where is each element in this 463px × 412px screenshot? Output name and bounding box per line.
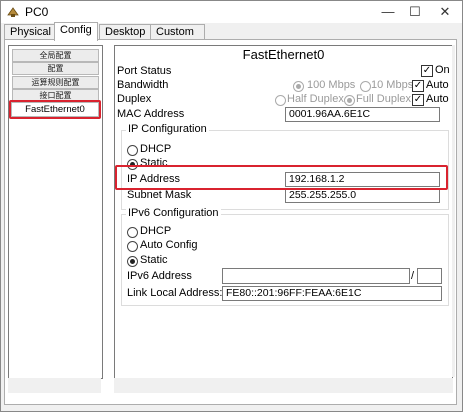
ipv6-address-label: IPv6 Address — [127, 270, 192, 282]
interface-panel: FastEthernet0 Port Status ✓ On Bandwidth… — [114, 45, 453, 379]
duplex-label: Duplex — [117, 93, 152, 105]
bandwidth-10-radio[interactable] — [360, 81, 371, 92]
minimize-icon: — — [381, 4, 395, 19]
sidebar: 全局配置 配置 运算规则配置 接口配置 FastEthernet0 — [8, 45, 103, 379]
bandwidth-auto-checkbox[interactable]: ✓ — [412, 80, 424, 92]
mac-address-field[interactable]: 0001.96AA.6E1C — [285, 107, 440, 122]
window-title: PC0 — [25, 5, 49, 19]
tab-desktop[interactable]: Desktop — [99, 24, 152, 40]
title-bar: PC0 — ☐ ✕ — [1, 1, 462, 23]
ipv6-prefix-separator: / — [411, 270, 415, 282]
panel-horizontal-scrollbar[interactable] — [114, 378, 453, 393]
ip-dhcp-label: DHCP — [140, 143, 172, 155]
highlight-box-sidebar — [9, 100, 101, 119]
subnet-mask-field[interactable]: 255.255.255.0 — [285, 188, 440, 203]
tab-config[interactable]: Config — [54, 22, 98, 41]
full-duplex-label: Full Duplex — [356, 93, 412, 105]
full-duplex-radio[interactable] — [344, 95, 355, 106]
bandwidth-10-label: 10 Mbps — [371, 79, 414, 91]
tab-physical[interactable]: Physical — [4, 24, 57, 40]
sidebar-scrollbar[interactable] — [8, 378, 101, 393]
tab-custom-interface[interactable]: Custom Interface — [150, 24, 205, 53]
highlight-box-ip-address — [115, 165, 448, 190]
sidebar-item-settings[interactable]: 配置 — [12, 62, 99, 75]
bandwidth-auto-label: Auto — [426, 79, 449, 91]
sidebar-item-global[interactable]: 全局配置 — [12, 49, 99, 62]
ipv6-dhcp-radio[interactable] — [127, 227, 138, 238]
ipv6-auto-config-label: Auto Config — [140, 239, 198, 251]
ipv6-static-label: Static — [140, 254, 168, 266]
link-local-address-field[interactable]: FE80::201:96FF:FEAA:6E1C — [222, 286, 442, 301]
subnet-mask-label: Subnet Mask — [127, 189, 192, 201]
port-status-label: Port Status — [117, 65, 172, 77]
close-icon: ✕ — [439, 4, 451, 19]
ipv6-address-field[interactable] — [222, 268, 410, 284]
port-status-checkbox[interactable]: ✓ — [421, 65, 433, 77]
half-duplex-label: Half Duplex — [287, 93, 344, 105]
minimize-button[interactable]: — — [373, 1, 403, 23]
maximize-button[interactable]: ☐ — [400, 1, 430, 23]
panel-vertical-scrollbar[interactable] — [452, 45, 455, 377]
duplex-auto-checkbox[interactable]: ✓ — [412, 94, 424, 106]
mac-address-label: MAC Address — [117, 108, 185, 120]
sidebar-item-rules[interactable]: 运算规则配置 — [12, 76, 99, 89]
ipv6-configuration-title: IPv6 Configuration — [126, 207, 221, 219]
link-local-address-label: Link Local Address: — [127, 287, 223, 299]
panel-title: FastEthernet0 — [242, 47, 325, 62]
pc-app-icon — [7, 7, 19, 17]
half-duplex-radio[interactable] — [275, 95, 286, 106]
ip-dhcp-radio[interactable] — [127, 145, 138, 156]
bandwidth-label: Bandwidth — [117, 79, 169, 91]
ipv6-prefix-field[interactable] — [417, 268, 442, 284]
port-status-on-label: On — [435, 64, 450, 76]
close-button[interactable]: ✕ — [430, 1, 460, 23]
ipv6-static-radio[interactable] — [127, 256, 138, 267]
duplex-auto-label: Auto — [426, 93, 449, 105]
maximize-icon: ☐ — [409, 4, 421, 19]
bandwidth-100-label: 100 Mbps — [307, 79, 356, 91]
bandwidth-100-radio[interactable] — [293, 81, 304, 92]
ipv6-dhcp-label: DHCP — [140, 225, 172, 237]
ip-configuration-title: IP Configuration — [126, 123, 209, 135]
ipv6-auto-config-radio[interactable] — [127, 241, 138, 252]
